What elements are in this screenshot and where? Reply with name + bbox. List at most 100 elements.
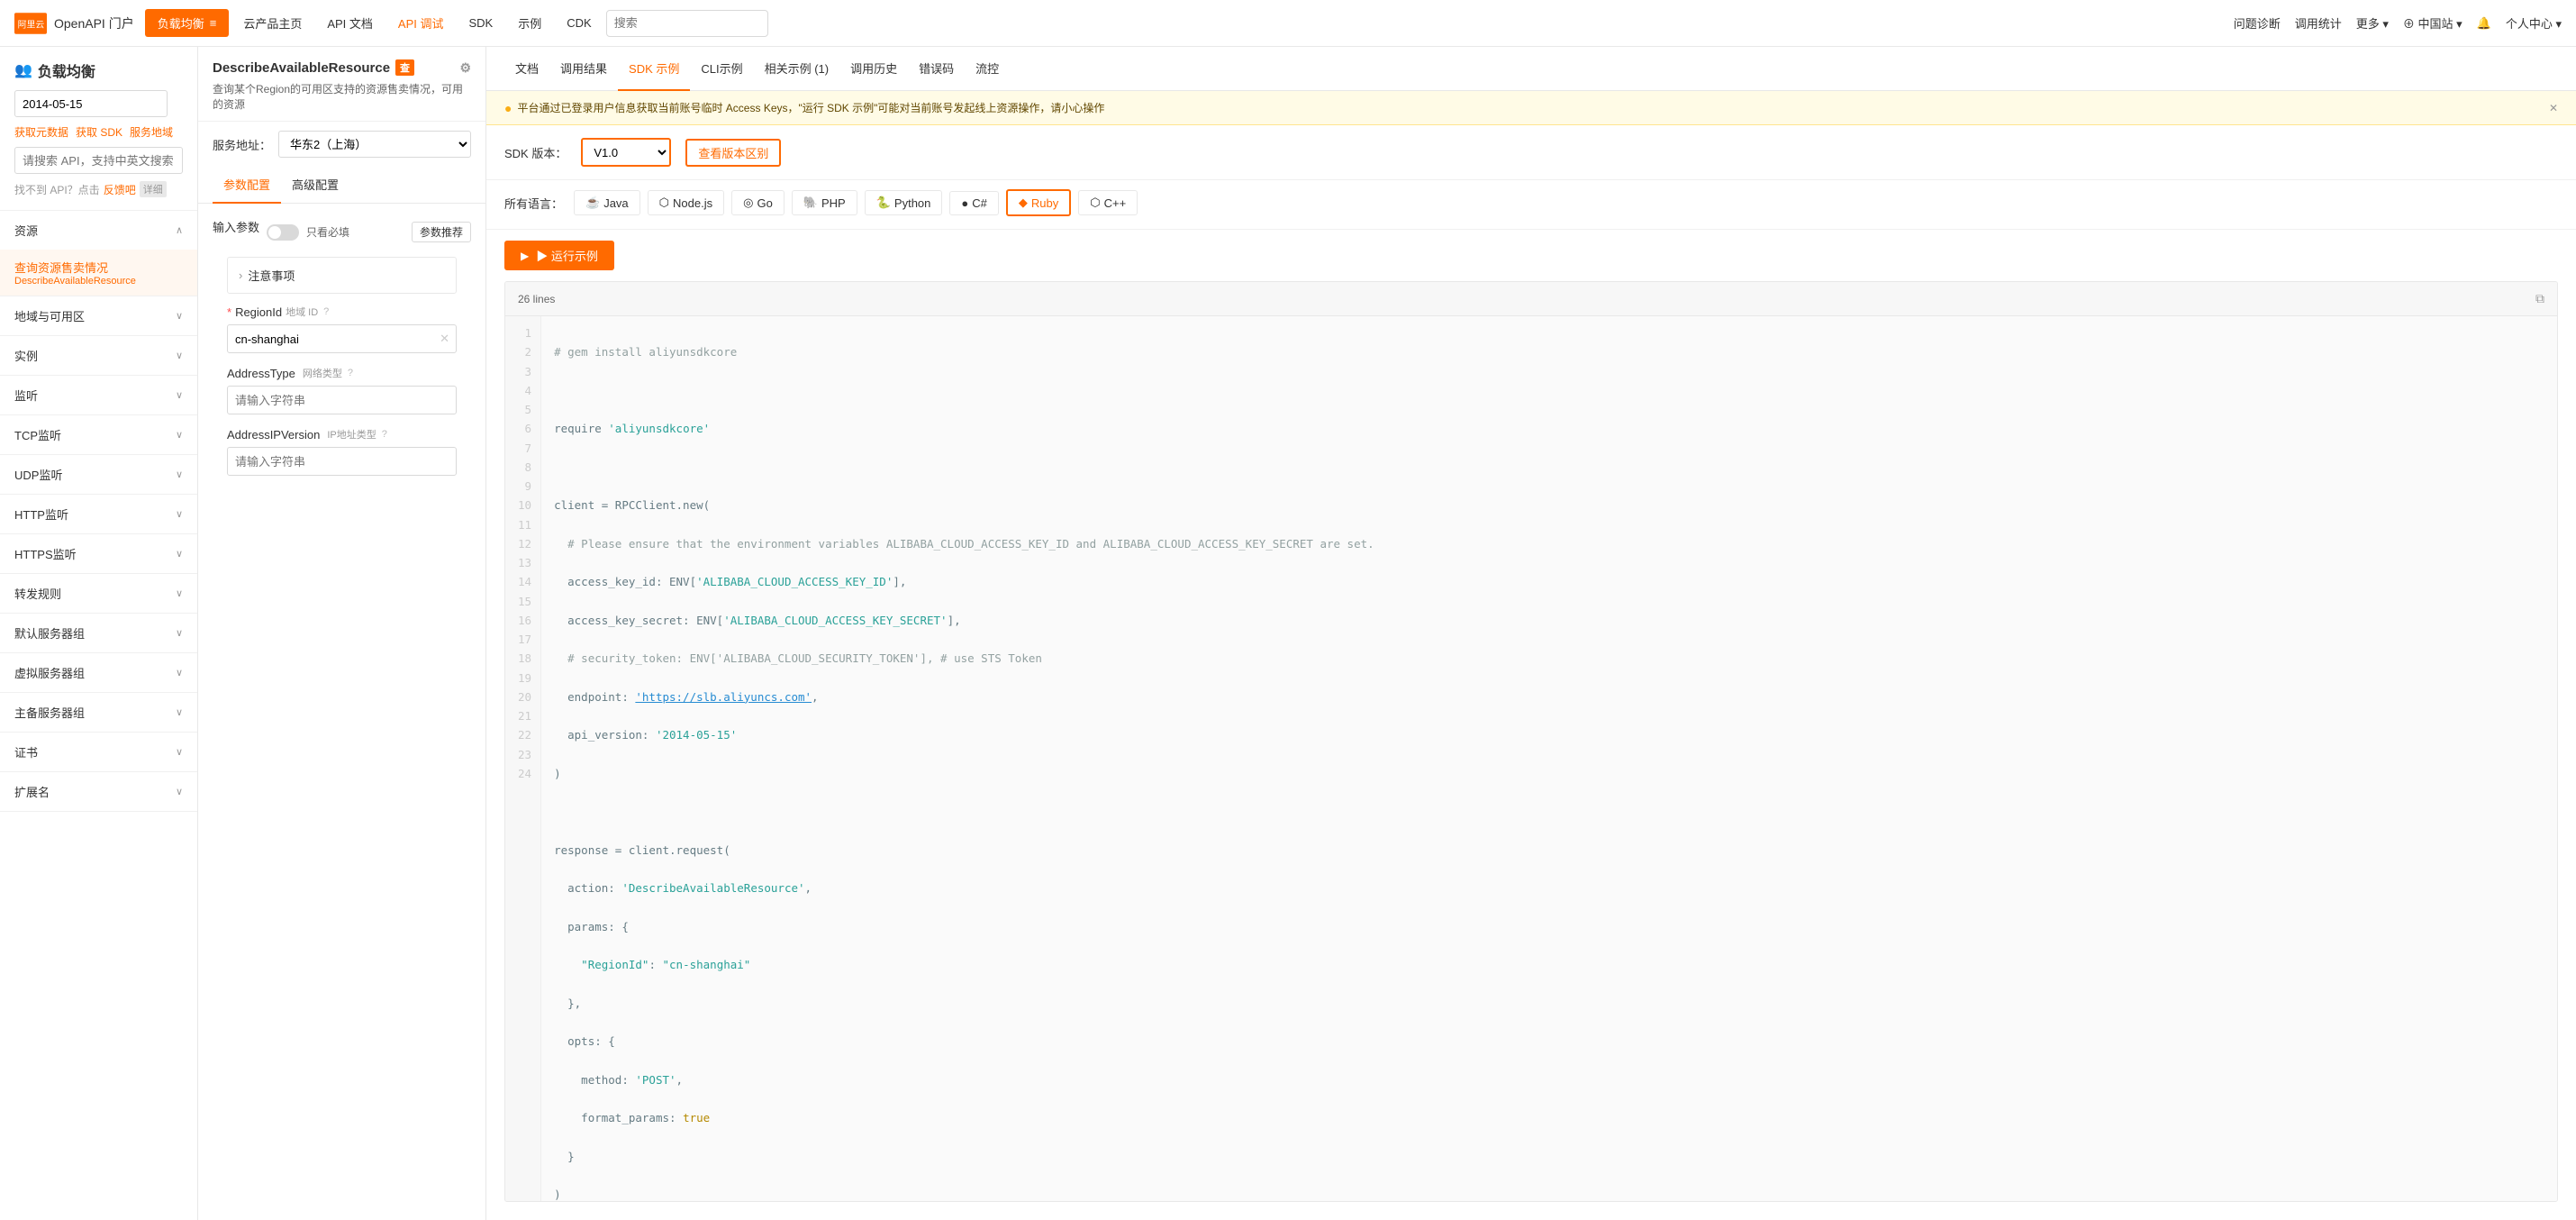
nav-group-primary-backup-header[interactable]: 主备服务器组 ∨ bbox=[0, 693, 197, 732]
nav-region[interactable]: ⊕ 中国站 ▾ bbox=[2403, 14, 2463, 32]
nav-item-example[interactable]: 示例 bbox=[507, 11, 552, 35]
panel-desc: 查询某个Region的可用区支持的资源售卖情况，可用的资源 bbox=[213, 81, 471, 112]
code-line-15: action: 'DescribeAvailableResource', bbox=[554, 879, 2544, 897]
feedback-link[interactable]: 反馈吧 bbox=[104, 182, 136, 197]
nav-item-cdk[interactable]: CDK bbox=[556, 13, 602, 33]
nav-group-listen-header[interactable]: 监听 ∨ bbox=[0, 376, 197, 414]
chevron-down-icon-13: ∨ bbox=[176, 786, 183, 797]
sidebar-api-search[interactable] bbox=[14, 147, 183, 174]
nav-call-stats[interactable]: 调用统计 bbox=[2295, 14, 2342, 32]
sidebar-feedback: 找不到 API？点击 反馈吧 详细 bbox=[14, 181, 183, 197]
tab-related-examples[interactable]: 相关示例 (1) bbox=[754, 47, 840, 91]
service-addr-select[interactable]: 华东2（上海） bbox=[278, 131, 471, 158]
chevron-down-icon-12: ∨ bbox=[176, 746, 183, 758]
sidebar-link-sdk[interactable]: 获取 SDK bbox=[76, 124, 122, 140]
lang-btn-php[interactable]: 🐘 PHP bbox=[792, 190, 857, 215]
code-line-4 bbox=[554, 458, 2544, 477]
region-id-clear-icon[interactable]: ✕ bbox=[440, 332, 449, 346]
run-label: ▶ 运行示例 bbox=[536, 247, 598, 264]
sidebar-item-describe-resource[interactable]: 查询资源售卖情况 DescribeAvailableResource bbox=[0, 250, 197, 296]
nav-group-tcp-header[interactable]: TCP监听 ∨ bbox=[0, 415, 197, 454]
nav-more[interactable]: 更多 ▾ bbox=[2356, 14, 2389, 32]
code-line-6: # Please ensure that the environment var… bbox=[554, 534, 2544, 553]
active-product-button[interactable]: 负载均衡 ≡ bbox=[145, 9, 230, 37]
nav-group-http-header[interactable]: HTTP监听 ∨ bbox=[0, 495, 197, 533]
lang-btn-ruby[interactable]: ◆ Ruby bbox=[1006, 189, 1071, 216]
param-tabs: 参数配置 高级配置 bbox=[198, 167, 485, 204]
api-badge[interactable]: 查 bbox=[395, 59, 414, 76]
nav-group-cert-header[interactable]: 证书 ∨ bbox=[0, 733, 197, 771]
nav-group-extension-header[interactable]: 扩展名 ∨ bbox=[0, 772, 197, 811]
feedback-badge[interactable]: 详细 bbox=[140, 181, 167, 197]
tab-sdk-example[interactable]: SDK 示例 bbox=[618, 47, 690, 91]
chevron-up-icon: ∧ bbox=[176, 224, 183, 236]
view-version-diff-button[interactable]: 查看版本区别 bbox=[685, 139, 781, 167]
active-product-label: 负载均衡 bbox=[158, 14, 204, 32]
top-search-input[interactable] bbox=[606, 10, 768, 37]
nav-item-apidebug[interactable]: API 调试 bbox=[387, 11, 455, 35]
sidebar-links: 获取元数据 获取 SDK 服务地域 bbox=[14, 124, 183, 140]
nodejs-icon: ⬡ bbox=[659, 196, 669, 210]
gear-icon[interactable]: ⚙ bbox=[459, 60, 471, 76]
lang-btn-python[interactable]: 🐍 Python bbox=[865, 190, 943, 215]
address-type-label: AddressType 网络类型 ? bbox=[227, 366, 457, 380]
lang-btn-csharp[interactable]: ● C# bbox=[949, 191, 998, 215]
tab-docs[interactable]: 文档 bbox=[504, 47, 549, 91]
lang-btn-cpp[interactable]: ⬡ C++ bbox=[1078, 190, 1138, 215]
run-btn-row: ▶ ▶ 运行示例 bbox=[486, 230, 2576, 281]
lang-btn-java[interactable]: ☕ Java bbox=[574, 190, 640, 215]
cpp-icon: ⬡ bbox=[1090, 196, 1100, 210]
sidebar-link-meta[interactable]: 获取元数据 bbox=[14, 124, 68, 140]
logo-area: 阿里云 OpenAPI 门户 bbox=[14, 11, 134, 36]
code-line-7: access_key_id: ENV['ALIBABA_CLOUD_ACCESS… bbox=[554, 572, 2544, 591]
nav-user-center[interactable]: 个人中心 ▾ bbox=[2506, 14, 2562, 32]
chevron-down-icon-3: ∨ bbox=[176, 389, 183, 401]
notice-header[interactable]: › 注意事项 bbox=[228, 258, 456, 293]
nav-item-sdk[interactable]: SDK bbox=[458, 13, 503, 33]
right-tabs: 文档 调用结果 SDK 示例 CLI示例 相关示例 (1) 调用历史 错误码 流… bbox=[486, 47, 2576, 91]
code-line-14: response = client.request( bbox=[554, 841, 2544, 860]
nav-group-default-server-header[interactable]: 默认服务器组 ∨ bbox=[0, 614, 197, 652]
sidebar-date-select[interactable]: 2014-05-15 bbox=[14, 90, 168, 117]
lang-btn-go[interactable]: ◎ Go bbox=[731, 190, 785, 215]
warning-close-button[interactable]: ✕ bbox=[2549, 102, 2558, 114]
sidebar-link-region[interactable]: 服务地域 bbox=[130, 124, 173, 140]
nav-group-udp-header[interactable]: UDP监听 ∨ bbox=[0, 455, 197, 494]
nav-group-https-header[interactable]: HTTPS监听 ∨ bbox=[0, 534, 197, 573]
code-panel: 26 lines ⧉ 1 2 3 4 5 6 7 8 9 10 11 12 1 bbox=[504, 281, 2558, 1202]
nav-group-regions-header[interactable]: 地域与可用区 ∨ bbox=[0, 296, 197, 335]
sidebar-date-row: 2014-05-15 bbox=[14, 90, 183, 117]
nav-item-yuncp[interactable]: 云产品主页 bbox=[232, 11, 313, 35]
nav-group-instances-header[interactable]: 实例 ∨ bbox=[0, 336, 197, 375]
tab-cli-example[interactable]: CLI示例 bbox=[690, 47, 753, 91]
svg-text:阿里云: 阿里云 bbox=[18, 19, 45, 30]
tab-error-code[interactable]: 错误码 bbox=[908, 47, 965, 91]
code-line-21: format_params: true bbox=[554, 1108, 2544, 1127]
address-type-input[interactable] bbox=[227, 386, 457, 414]
nav-issue-diag[interactable]: 问题诊断 bbox=[2234, 14, 2281, 32]
tab-advanced-config[interactable]: 高级配置 bbox=[281, 167, 349, 204]
nav-group-virtual-server-header[interactable]: 虚拟服务器组 ∨ bbox=[0, 653, 197, 692]
chevron-down-icon-7: ∨ bbox=[176, 548, 183, 560]
run-example-button[interactable]: ▶ ▶ 运行示例 bbox=[504, 241, 614, 270]
address-ip-version-input[interactable] bbox=[227, 447, 457, 476]
nav-group-https: HTTPS监听 ∨ bbox=[0, 534, 197, 574]
chevron-down-icon-6: ∨ bbox=[176, 508, 183, 520]
tab-param-config[interactable]: 参数配置 bbox=[213, 167, 281, 204]
nav-item-apidoc[interactable]: API 文档 bbox=[316, 11, 384, 35]
code-line-22: } bbox=[554, 1147, 2544, 1166]
sdk-version-select[interactable]: V1.0 bbox=[581, 138, 671, 167]
code-line-1: # gem install aliyunsdkcore bbox=[554, 342, 2544, 361]
tab-call-history[interactable]: 调用历史 bbox=[839, 47, 908, 91]
nav-group-forward-rules-header[interactable]: 转发规则 ∨ bbox=[0, 574, 197, 613]
tab-call-result[interactable]: 调用结果 bbox=[549, 47, 618, 91]
lang-btn-nodejs[interactable]: ⬡ Node.js bbox=[648, 190, 724, 215]
region-id-input[interactable] bbox=[227, 324, 457, 353]
copy-code-button[interactable]: ⧉ bbox=[2535, 291, 2544, 306]
sidebar: 👥 负载均衡 2014-05-15 获取元数据 获取 SDK 服务地域 找不到 … bbox=[0, 47, 198, 1220]
nav-group-resources-header[interactable]: 资源 ∧ bbox=[0, 211, 197, 250]
nav-bell[interactable]: 🔔 bbox=[2477, 16, 2491, 31]
tab-flow-control[interactable]: 流控 bbox=[965, 47, 1010, 91]
required-only-toggle[interactable] bbox=[267, 224, 299, 241]
param-recommend-button[interactable]: 参数推荐 bbox=[412, 222, 471, 242]
